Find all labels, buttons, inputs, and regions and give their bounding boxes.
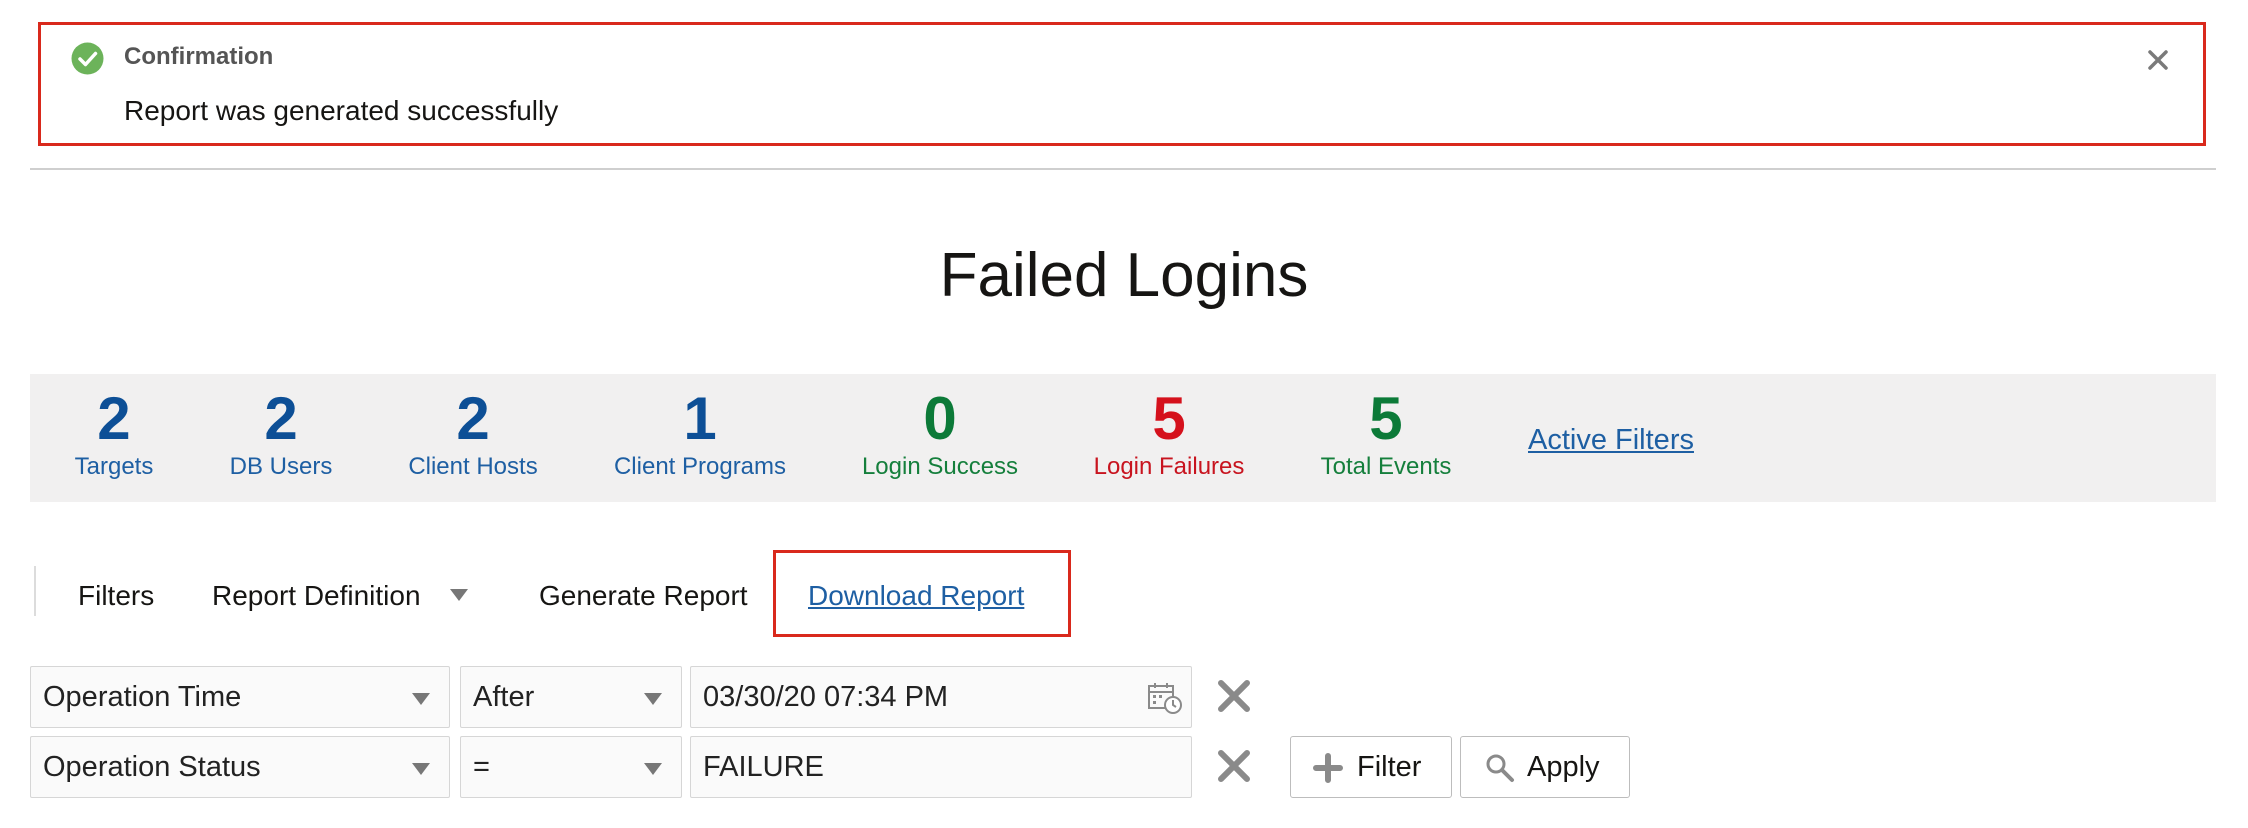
confirmation-message: Report was generated successfully	[124, 95, 559, 126]
metric-value: 1	[683, 385, 717, 452]
metric-client-programs[interactable]: 1 Client Programs	[614, 384, 786, 481]
input-value: 03/30/20 07:34 PM	[703, 681, 949, 713]
metric-value: 2	[456, 385, 490, 452]
add-filter-button[interactable]: Filter	[1290, 736, 1452, 798]
metric-label: Login Failures	[1093, 453, 1245, 480]
page-title: Failed Logins	[939, 241, 1309, 310]
metric-login-success[interactable]: 0 Login Success	[862, 384, 1018, 481]
report-definition-menu[interactable]: Report Definition	[212, 580, 421, 612]
chevron-down-icon	[644, 763, 662, 775]
download-report-link[interactable]: Download Report	[808, 580, 1024, 612]
chevron-down-icon[interactable]	[449, 587, 469, 603]
filter-date-input[interactable]: 03/30/20 07:34 PM	[690, 666, 1192, 728]
select-value: After	[473, 681, 535, 713]
metric-label: Client Hosts	[408, 453, 538, 480]
input-value: FAILURE	[703, 751, 824, 783]
filter-field-select[interactable]: Operation Status	[30, 736, 450, 798]
filter-operator-select[interactable]: After	[460, 666, 682, 728]
select-value: =	[473, 751, 490, 783]
active-filters-link[interactable]: Active Filters	[1528, 424, 1694, 457]
divider	[30, 168, 2216, 170]
filter-value-input[interactable]: FAILURE	[690, 736, 1192, 798]
metric-label: Targets	[74, 453, 154, 480]
metric-value: 2	[264, 385, 298, 452]
chevron-down-icon	[412, 763, 430, 775]
confirmation-heading: Confirmation	[124, 43, 274, 70]
metric-value: 2	[97, 385, 131, 452]
metric-client-hosts[interactable]: 2 Client Hosts	[408, 384, 537, 481]
select-value: Operation Status	[43, 751, 261, 783]
filter-operator-select[interactable]: =	[460, 736, 682, 798]
plus-icon	[1313, 753, 1343, 783]
generate-report-button[interactable]: Generate Report	[539, 580, 748, 612]
close-icon[interactable]	[2145, 47, 2171, 73]
summary-metrics: 2 Targets 2 DB Users 2 Client Hosts 1 Cl…	[30, 374, 2216, 502]
metric-login-failures[interactable]: 5 Login Failures	[1094, 384, 1245, 481]
button-label: Filter	[1357, 751, 1422, 783]
toolbar-separator	[34, 566, 36, 616]
metric-label: DB Users	[229, 453, 333, 480]
remove-filter-icon[interactable]	[1216, 678, 1252, 714]
metric-label: Client Programs	[613, 453, 787, 480]
metric-value: 5	[1369, 385, 1403, 452]
remove-filter-icon[interactable]	[1216, 748, 1252, 784]
filters-tab[interactable]: Filters	[78, 580, 154, 612]
select-value: Operation Time	[43, 681, 242, 713]
metric-total-events[interactable]: 5 Total Events	[1321, 384, 1452, 481]
confirmation-banner: Confirmation Report was generated succes…	[38, 22, 2206, 146]
filter-field-select[interactable]: Operation Time	[30, 666, 450, 728]
chevron-down-icon	[644, 693, 662, 705]
apply-button[interactable]: Apply	[1460, 736, 1630, 798]
metric-label: Total Events	[1320, 453, 1452, 480]
metric-value: 5	[1152, 385, 1186, 452]
button-label: Apply	[1527, 751, 1600, 783]
metric-db-users[interactable]: 2 DB Users	[230, 384, 333, 481]
metric-label: Login Success	[861, 453, 1019, 480]
metric-value: 0	[923, 385, 957, 452]
metric-targets[interactable]: 2 Targets	[75, 384, 154, 481]
chevron-down-icon	[412, 693, 430, 705]
check-circle-icon	[71, 42, 104, 75]
search-icon	[1486, 754, 1514, 782]
calendar-clock-icon[interactable]	[1147, 681, 1183, 715]
